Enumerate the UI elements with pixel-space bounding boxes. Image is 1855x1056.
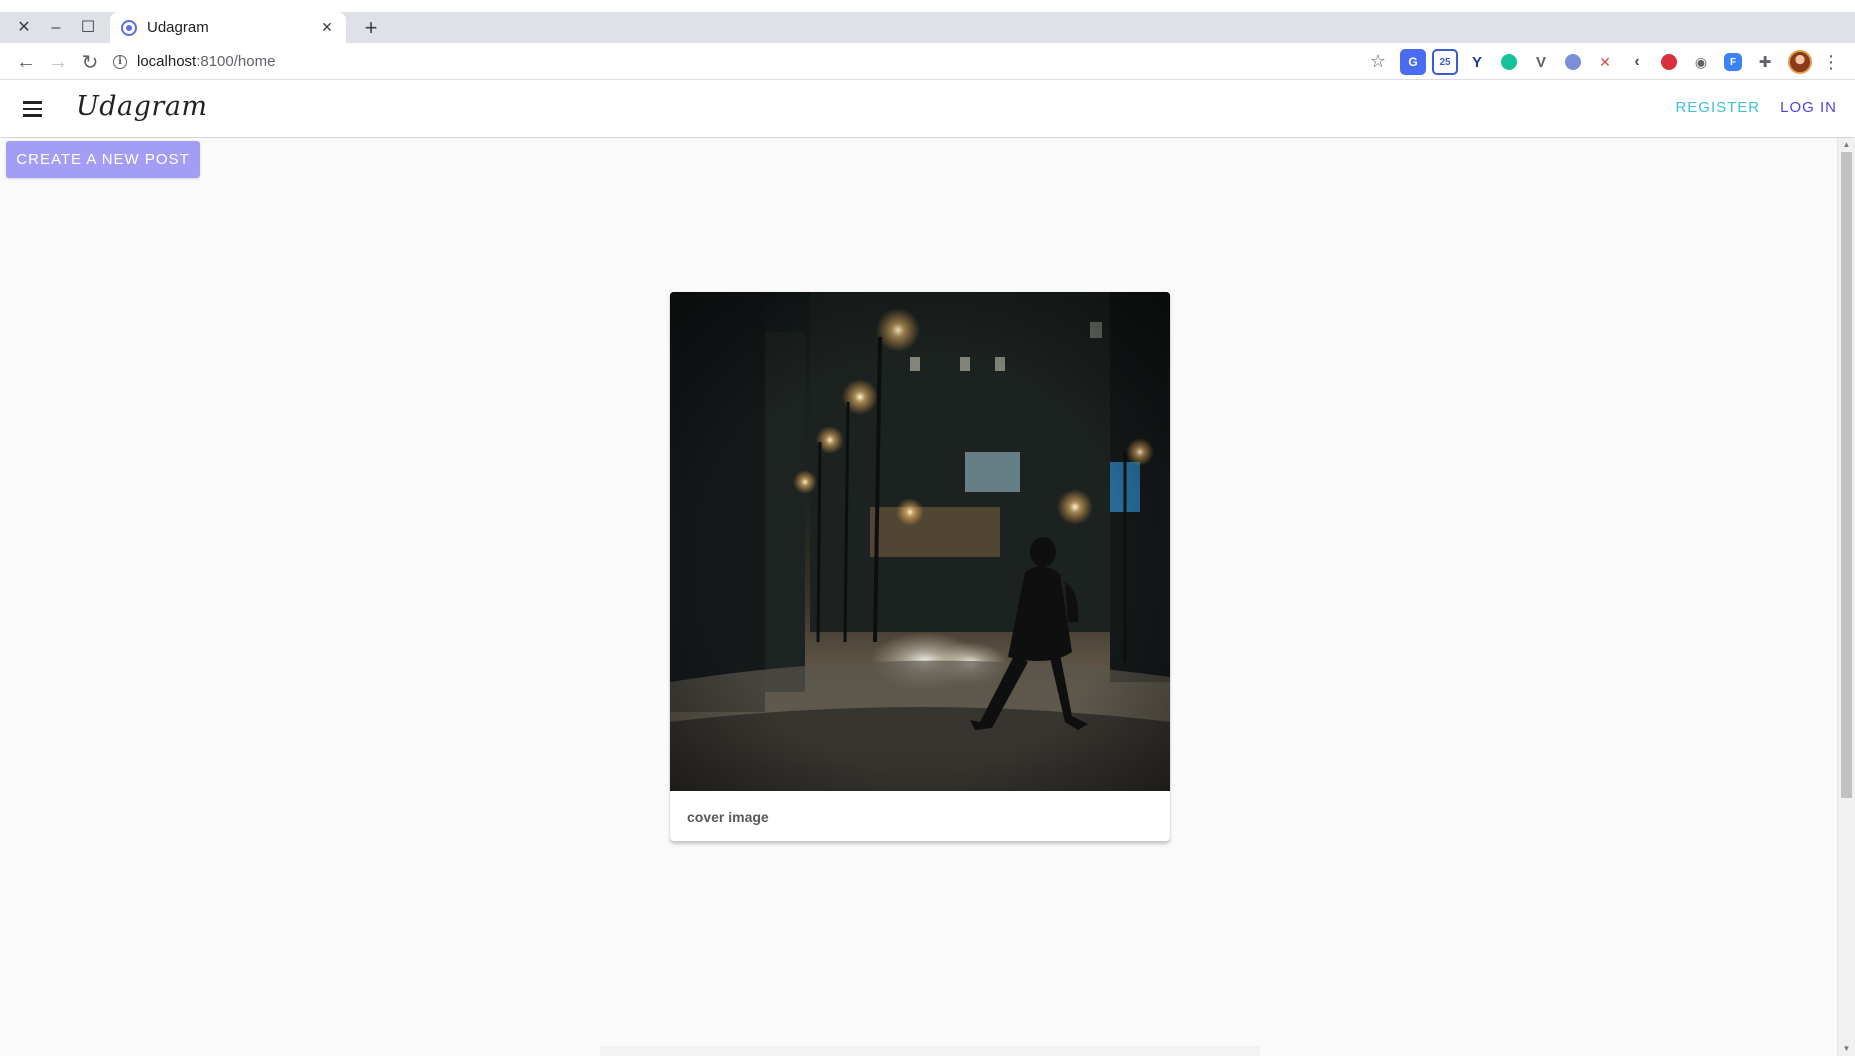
new-tab-button[interactable]: + [358, 15, 384, 41]
favicon-icon [121, 19, 137, 36]
create-post-bar: CREATE A NEW POST [0, 138, 1837, 182]
scrollbar-thumb[interactable] [1841, 152, 1852, 798]
url-path: :8100/home [196, 53, 276, 70]
red-extension-icon[interactable]: ✕ [1592, 49, 1618, 75]
tab-strip: ✕ – ☐ Udagram ✕ + [0, 12, 1855, 43]
round-extension-icon[interactable] [1565, 54, 1581, 70]
reload-icon[interactable]: ↻ [76, 48, 104, 76]
scroll-down-icon[interactable]: ▼ [1838, 1042, 1855, 1056]
header-actions: REGISTER LOG IN [1675, 99, 1837, 116]
site-info-icon[interactable]: i [113, 54, 127, 69]
url-text[interactable]: localhost:8100/home [137, 53, 275, 70]
browser-menu-icon[interactable]: ⋮ [1822, 52, 1840, 73]
window-close-icon[interactable]: ✕ [8, 16, 40, 40]
box-extension-icon[interactable]: F [1724, 53, 1742, 71]
puzzle-extension-icon[interactable]: ✚ [1752, 49, 1778, 75]
vue-extension-icon[interactable]: Y [1464, 49, 1490, 75]
lastpass-extension-icon[interactable] [1661, 54, 1677, 70]
back-icon[interactable]: ← [12, 48, 40, 76]
window-controls: ✕ – ☐ [8, 12, 104, 43]
forward-icon[interactable]: → [44, 48, 72, 76]
browser-toolbar: ← → ↻ i localhost:8100/home ☆ G 25 Y V ✕… [0, 43, 1855, 80]
calendar-extension-icon[interactable]: 25 [1432, 49, 1458, 75]
profile-avatar[interactable] [1788, 50, 1812, 74]
browser-window: ✕ – ☐ Udagram ✕ + ← → ↻ i localhost:8100… [0, 0, 1855, 1056]
arrow-extension-icon[interactable]: ‹ [1624, 49, 1650, 75]
tab-close-icon[interactable]: ✕ [318, 19, 336, 36]
translate-extension-icon[interactable]: G [1400, 49, 1426, 75]
brand-logo: Udagram [76, 91, 208, 122]
tab-title: Udagram [147, 19, 209, 36]
tab-udagram[interactable]: Udagram ✕ [110, 12, 346, 43]
window-minimize-icon[interactable]: – [40, 16, 72, 40]
app-viewport: Udagram REGISTER LOG IN CREATE A NEW POS… [0, 81, 1855, 1056]
bottom-shelf [600, 1046, 1260, 1056]
register-button[interactable]: REGISTER [1675, 99, 1760, 116]
scroll-up-icon[interactable]: ▲ [1838, 138, 1855, 152]
post-card: cover image [670, 292, 1170, 841]
post-image [670, 292, 1170, 791]
login-button[interactable]: LOG IN [1780, 99, 1837, 116]
content-area: CREATE A NEW POST cover image [0, 138, 1837, 1056]
grammarly-extension-icon[interactable] [1501, 54, 1517, 70]
extensions-bar: G 25 Y V ✕ ‹ ◉ F ✚ ⋮ [1400, 48, 1840, 76]
vuetify-extension-icon[interactable]: V [1528, 49, 1554, 75]
camera-extension-icon[interactable]: ◉ [1688, 49, 1714, 75]
create-post-button[interactable]: CREATE A NEW POST [6, 141, 200, 178]
address-bar[interactable]: i localhost:8100/home ☆ [113, 47, 1390, 76]
url-host: localhost [137, 53, 197, 70]
app-header: Udagram REGISTER LOG IN [0, 81, 1855, 137]
window-maximize-icon[interactable]: ☐ [72, 16, 104, 40]
bookmark-star-icon[interactable]: ☆ [1366, 49, 1390, 73]
post-caption: cover image [687, 809, 769, 825]
menu-icon[interactable] [20, 97, 44, 121]
page-scrollbar[interactable]: ▲ ▼ [1837, 138, 1855, 1056]
